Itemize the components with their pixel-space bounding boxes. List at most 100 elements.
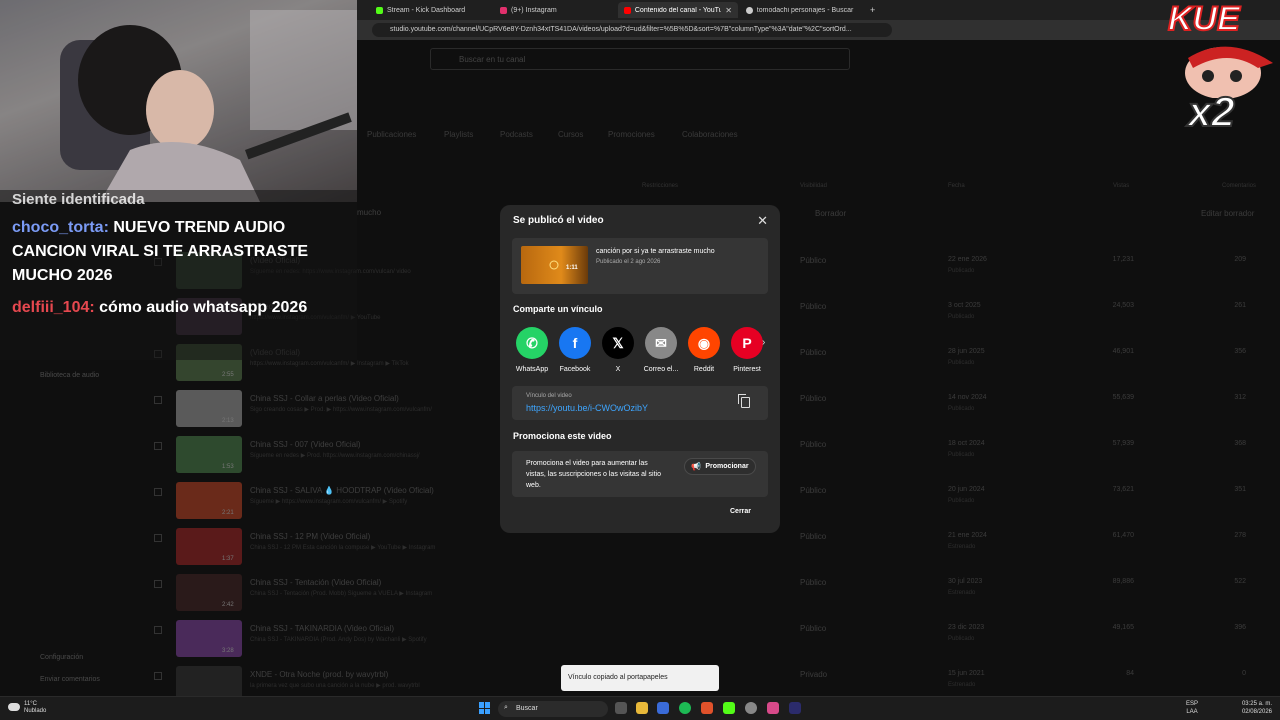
row-views: 57,939 — [1112, 440, 1134, 447]
table-row[interactable]: 2:42 China SSJ - Tentación (Video Oficial… — [150, 574, 1270, 620]
share-email-button[interactable]: ✉ Correo el... — [639, 327, 683, 373]
close-icon[interactable]: ✕ — [757, 213, 768, 229]
row-checkbox[interactable] — [154, 396, 162, 404]
row-visibility[interactable]: Público — [800, 578, 826, 587]
row-comments: 368 — [1234, 440, 1246, 447]
row-visibility[interactable]: Público — [800, 486, 826, 495]
search-icon: ⌕ — [504, 704, 508, 711]
share-facebook-button[interactable]: f Facebook — [553, 327, 597, 373]
edit-draft-button[interactable]: Editar borrador — [1201, 209, 1254, 218]
row-title[interactable]: XNDE - Otra Noche (prod. by wavytrbl) — [250, 670, 388, 679]
tab-kick[interactable]: Stream - Kick Dashboard — [370, 2, 492, 18]
tab-youtube-studio[interactable]: Contenido del canal - YouTube S✕ — [618, 2, 738, 18]
app-icon[interactable] — [767, 702, 779, 714]
mail-icon[interactable] — [657, 702, 669, 714]
row-title[interactable]: China SSJ - 007 (Video Oficial) — [250, 440, 361, 449]
row-checkbox[interactable] — [154, 534, 162, 542]
windows-start-icon[interactable] — [479, 702, 491, 714]
col-date[interactable]: Fecha — [948, 183, 965, 189]
spotify-icon[interactable] — [679, 702, 691, 714]
sidebar-item-feedback[interactable]: Enviar comentarios — [40, 676, 100, 683]
row-checkbox[interactable] — [154, 672, 162, 680]
row-comments: 278 — [1234, 532, 1246, 539]
share-pinterest-button[interactable]: P Pinterest — [725, 327, 769, 373]
row-date: 14 nov 2024 — [948, 394, 987, 401]
video-card: 1:11 canción por si ya te arrastraste mu… — [512, 238, 768, 294]
row-checkbox[interactable] — [154, 442, 162, 450]
tab-colaboraciones[interactable]: Colaboraciones — [682, 130, 738, 139]
row-duration: 2:13 — [222, 418, 234, 424]
row-title[interactable]: China SSJ - Tentación (Video Oficial) — [250, 578, 381, 587]
row-visibility[interactable]: Público — [800, 394, 826, 403]
row-title[interactable]: China SSJ - Collar a perlas (Video Ofici… — [250, 394, 399, 403]
share-reddit-button[interactable]: ◉ Reddit — [682, 327, 726, 373]
language-indicator[interactable]: ESP LAA — [1186, 700, 1198, 716]
cloud-icon — [8, 703, 20, 711]
row-title[interactable]: China SSJ - SALIVA 💧 HOODTRAP (Video Ofi… — [250, 486, 434, 495]
obs-icon[interactable] — [745, 702, 757, 714]
x-icon: 𝕏 — [602, 327, 634, 359]
tab-promociones[interactable]: Promociones — [608, 130, 655, 139]
row-visibility[interactable]: Público — [800, 440, 826, 449]
row-duration: 1:53 — [222, 464, 234, 470]
row-date: 18 oct 2024 — [948, 440, 985, 447]
tab-podcasts[interactable]: Podcasts — [500, 130, 533, 139]
weather-widget[interactable]: 11°C Nublado — [8, 701, 46, 715]
row-duration: 2:21 — [222, 510, 234, 516]
sidebar-item-settings[interactable]: Configuración — [40, 654, 83, 661]
row-visibility[interactable]: Público — [800, 624, 826, 633]
url-field[interactable]: studio.youtube.com/channel/UCpRV6e8Y-Dzn… — [372, 23, 892, 37]
new-tab-button[interactable]: + — [864, 2, 878, 18]
row-visibility[interactable]: Público — [800, 348, 826, 357]
row-title[interactable]: China SSJ - 12 PM (Video Oficial) — [250, 532, 370, 541]
chat-text: cómo audio whatsapp 2026 — [99, 299, 308, 316]
badge-text: KUE — [1167, 0, 1241, 39]
copy-icon[interactable] — [738, 394, 750, 408]
promote-description: Promociona el video para aumentar las vi… — [526, 460, 661, 489]
row-views: 84 — [1126, 670, 1134, 677]
table-row[interactable]: 3:28 China SSJ - TAKINARDIA (Video Oficia… — [150, 620, 1270, 666]
chevron-right-icon[interactable]: › — [762, 337, 765, 348]
draft-title: mucho — [357, 208, 382, 217]
tab-instagram[interactable]: (9+) Instagram — [494, 2, 616, 18]
col-visibility: Visibilidad — [800, 183, 827, 189]
row-date: 23 dic 2023 — [948, 624, 985, 631]
row-visibility[interactable]: Privado — [800, 670, 827, 679]
row-date: 3 oct 2025 — [948, 302, 981, 309]
sidebar-item-audio-library[interactable]: Biblioteca de audio — [40, 372, 99, 379]
tab-playlists[interactable]: Playlists — [444, 130, 473, 139]
reddit-icon: ◉ — [688, 327, 720, 359]
row-visibility[interactable]: Público — [800, 302, 826, 311]
promote-button[interactable]: 📢 Promocionar — [684, 458, 756, 475]
video-link[interactable]: https://youtu.be/i-CWOwOzibY — [526, 403, 648, 413]
share-whatsapp-button[interactable]: ✆ WhatsApp — [510, 327, 554, 373]
studio-search-input[interactable]: Buscar en tu canal — [430, 48, 850, 70]
share-x-button[interactable]: 𝕏X — [596, 327, 640, 373]
premiere-icon[interactable] — [789, 702, 801, 714]
tab-cursos[interactable]: Cursos — [558, 130, 583, 139]
tab-publicaciones[interactable]: Publicaciones — [367, 130, 416, 139]
row-date: 21 ene 2024 — [948, 532, 987, 539]
task-view-icon[interactable] — [615, 702, 627, 714]
row-checkbox[interactable] — [154, 626, 162, 634]
brave-icon[interactable] — [701, 702, 713, 714]
row-date-status: Estrenado — [948, 590, 976, 596]
row-title[interactable]: China SSJ - TAKINARDIA (Video Oficial) — [250, 624, 394, 633]
facebook-icon: f — [559, 327, 591, 359]
row-date-status: Publicado — [948, 498, 975, 504]
browser-tab-bar: Stream - Kick Dashboard (9+) Instagram C… — [356, 0, 1280, 20]
file-explorer-icon[interactable] — [636, 702, 648, 714]
taskbar-search[interactable]: ⌕ Buscar — [498, 701, 608, 717]
close-tab-icon[interactable]: ✕ — [725, 6, 732, 15]
row-visibility[interactable]: Público — [800, 532, 826, 541]
row-checkbox[interactable] — [154, 488, 162, 496]
clock[interactable]: 03:25 a. m. 02/08/2026 — [1242, 700, 1272, 716]
app-icon[interactable] — [723, 702, 735, 714]
close-button[interactable]: Cerrar — [730, 508, 751, 515]
tab-google-search[interactable]: tomodachi personajes - Buscar con G — [740, 2, 860, 18]
video-title: canción por si ya te arrastraste mucho — [596, 248, 715, 255]
row-views: 89,886 — [1112, 578, 1134, 585]
row-visibility[interactable]: Público — [800, 256, 826, 265]
row-checkbox[interactable] — [154, 580, 162, 588]
table-row[interactable]: 1:37 China SSJ - 12 PM (Video Oficial) Chi… — [150, 528, 1270, 574]
